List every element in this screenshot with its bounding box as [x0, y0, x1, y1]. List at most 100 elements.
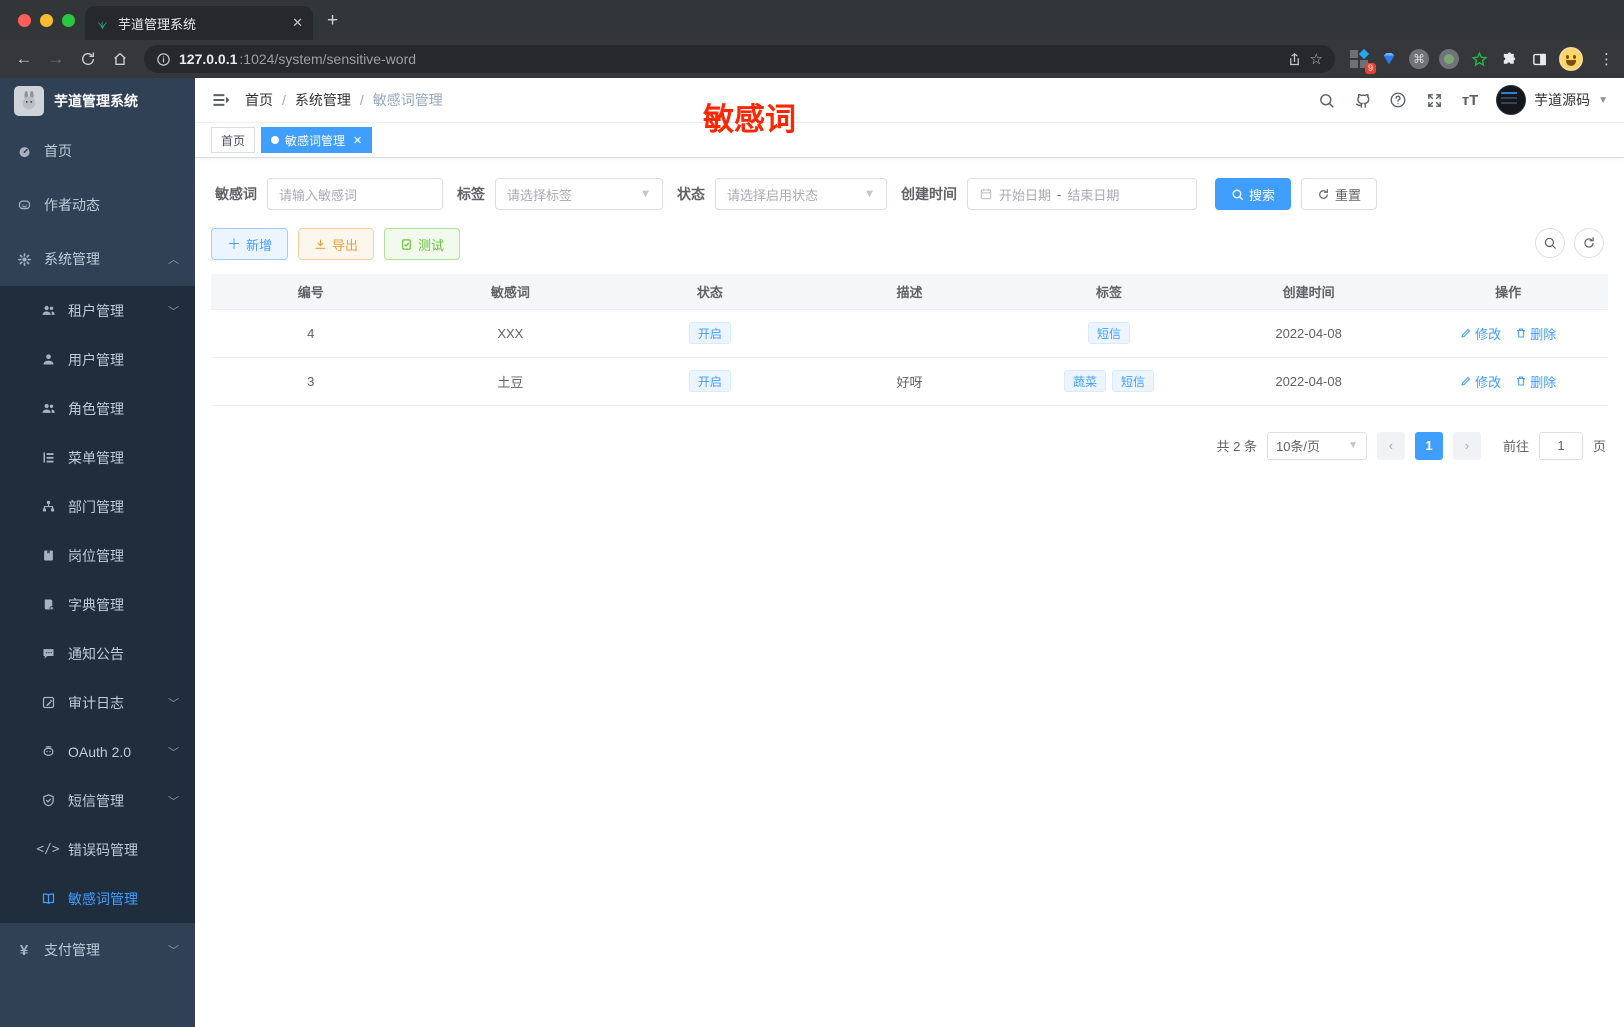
forward-button[interactable]: → [42, 45, 70, 73]
browser-menu-icon[interactable]: ⋮ [1599, 50, 1614, 68]
delete-link[interactable]: 删除 [1515, 372, 1556, 391]
profile-avatar[interactable] [1559, 47, 1583, 71]
home-button[interactable] [106, 45, 134, 73]
tag-badge: 短信 [1112, 370, 1155, 392]
side-panel-icon[interactable] [1529, 49, 1549, 69]
sensitive-word-table: 编号 敏感词 状态 描述 标签 创建时间 操作 4 XXX 开启 短信 2022-04-08 修改 删除… [211, 274, 1608, 406]
log-pen-icon [40, 695, 56, 710]
extension-grid-icon[interactable]: 9 [1349, 48, 1376, 74]
back-button[interactable]: ← [10, 45, 38, 73]
search-button[interactable]: 搜索 [1215, 178, 1292, 210]
sidebar-item-OAuth 2.0[interactable]: OAuth 2.0 ﹀ [0, 727, 195, 776]
tag-select[interactable]: 请选择标签 ▼ [495, 178, 663, 210]
url-bar[interactable]: 127.0.0.1:1024/system/sensitive-word ☆ [144, 45, 1335, 73]
sidebar-item-系统管理[interactable]: 系统管理 ︿ [0, 232, 195, 286]
sidebar-item-岗位管理[interactable]: 岗位管理 [0, 531, 195, 580]
page-unit: 页 [1592, 439, 1606, 454]
date-end-placeholder: 结束日期 [1067, 187, 1120, 203]
edit-link[interactable]: 修改 [1460, 324, 1501, 343]
tab-close-icon[interactable]: ✕ [292, 15, 303, 31]
sidebar-item-错误码管理[interactable]: </> 错误码管理 [0, 825, 195, 874]
sidebar-logo[interactable]: 芋道管理系统 [0, 78, 195, 124]
sidebar-item-敏感词管理[interactable]: 敏感词管理 [0, 874, 195, 923]
user-avatar [1496, 85, 1527, 115]
tab-close-icon[interactable]: ✕ [353, 134, 362, 147]
extension-record-icon[interactable] [1439, 49, 1459, 69]
sidebar-item-label: 租户管理 [68, 302, 124, 319]
status-select[interactable]: 请选择启用状态 ▼ [715, 178, 887, 210]
edit-pen-icon [1461, 376, 1471, 386]
browser-tab[interactable]: 芋道管理系统 ✕ [85, 6, 313, 40]
sidebar-item-短信管理[interactable]: 短信管理 ﹀ [0, 776, 195, 825]
page-size-select[interactable]: 10条/页 ▼ [1266, 431, 1367, 460]
trash-icon [1517, 376, 1526, 386]
keyword-input[interactable]: 请输入敏感词 [267, 178, 443, 210]
sidebar-item-支付管理[interactable]: ¥ 支付管理 ﹀ [0, 923, 195, 977]
font-size-icon[interactable]: ᴛT [1460, 90, 1480, 110]
test-button[interactable]: 测试 [384, 228, 461, 260]
sidebar-item-字典管理[interactable]: 字典管理 [0, 580, 195, 629]
url-host: 127.0.0.1 [179, 51, 238, 67]
refresh-table-button[interactable] [1574, 228, 1604, 258]
extension-command-icon[interactable]: ⌘ [1409, 49, 1429, 69]
sidebar-item-作者动态[interactable]: 作者动态 [0, 178, 195, 232]
date-range-picker[interactable]: 开始日期 - 结束日期 [967, 178, 1197, 210]
home-icon [114, 52, 126, 65]
new-tab-button[interactable]: + [327, 10, 338, 32]
date-start-placeholder: 开始日期 [999, 187, 1052, 203]
table-row: 3 土豆 开启 好呀 蔬菜 短信 2022-04-08 修改 删除 [211, 357, 1608, 406]
tag-label: 标签 [457, 186, 485, 202]
sidebar-item-label: 支付管理 [44, 942, 100, 958]
reload-button[interactable] [74, 45, 102, 73]
breadcrumb-system[interactable]: 系统管理 [295, 90, 351, 110]
extension-star-icon[interactable] [1469, 49, 1489, 69]
column-header-创建时间: 创建时间 [1208, 274, 1409, 310]
sidebar-item-租户管理[interactable]: 租户管理 ﹀ [0, 286, 195, 335]
action-bar: ＋ 新增 导出 测试 [211, 228, 1608, 260]
dashboard-icon [16, 144, 32, 159]
prev-page-button[interactable]: ‹ [1376, 431, 1405, 460]
edit-link[interactable]: 修改 [1460, 372, 1501, 391]
fullscreen-icon[interactable] [1424, 90, 1444, 110]
search-icon[interactable] [1316, 90, 1336, 110]
tags-view-tab-敏感词管理[interactable]: 敏感词管理 ✕ [261, 127, 373, 153]
bookmark-star-icon[interactable]: ☆ [1310, 50, 1323, 68]
sidebar-item-用户管理[interactable]: 用户管理 [0, 335, 195, 384]
window-zoom-button[interactable] [62, 14, 75, 27]
window-minimize-button[interactable] [40, 14, 53, 27]
goto-page-input[interactable]: 1 [1538, 431, 1583, 460]
sidebar-item-角色管理[interactable]: 角色管理 [0, 384, 195, 433]
tags-view-tab-首页[interactable]: 首页 [211, 127, 256, 153]
add-button[interactable]: ＋ 新增 [211, 228, 289, 260]
breadcrumb-home[interactable]: 首页 [245, 90, 273, 110]
extension-gem-icon[interactable] [1379, 49, 1399, 69]
next-page-button[interactable]: › [1452, 431, 1481, 460]
help-icon[interactable] [1388, 90, 1408, 110]
page-1-button[interactable]: 1 [1414, 431, 1443, 460]
delete-link[interactable]: 删除 [1515, 324, 1556, 343]
extensions-puzzle-icon[interactable] [1499, 49, 1519, 69]
sidebar-item-label: 用户管理 [68, 351, 124, 368]
share-icon[interactable] [1287, 52, 1302, 67]
sidebar-item-菜单管理[interactable]: 菜单管理 [0, 433, 195, 482]
user-menu[interactable]: 芋道源码 ▼ [1496, 85, 1608, 115]
sidebar-item-label: 作者动态 [44, 197, 100, 213]
sidebar-item-首页[interactable]: 首页 [0, 124, 195, 178]
window-controls[interactable] [18, 14, 75, 27]
sidebar-item-部门管理[interactable]: 部门管理 [0, 482, 195, 531]
chevron-down-icon: ﹀ [168, 795, 179, 808]
sidebar-item-通知公告[interactable]: 通知公告 [0, 629, 195, 678]
site-info-icon[interactable] [156, 52, 171, 67]
export-button[interactable]: 导出 [298, 228, 375, 260]
person-icon [40, 352, 56, 367]
breadcrumb: 首页 / 系统管理 / 敏感词管理 [245, 90, 443, 110]
toggle-search-button[interactable] [1535, 228, 1565, 258]
sidebar-item-审计日志[interactable]: 审计日志 ﹀ [0, 678, 195, 727]
window-close-button[interactable] [18, 14, 31, 27]
github-icon[interactable] [1352, 90, 1372, 110]
document-check-icon [402, 238, 411, 250]
hamburger-icon[interactable] [211, 90, 231, 110]
column-header-描述: 描述 [809, 274, 1010, 310]
tags-view-bar: 首页 敏感词管理 ✕ [195, 123, 1624, 158]
reset-button[interactable]: 重置 [1301, 178, 1378, 210]
